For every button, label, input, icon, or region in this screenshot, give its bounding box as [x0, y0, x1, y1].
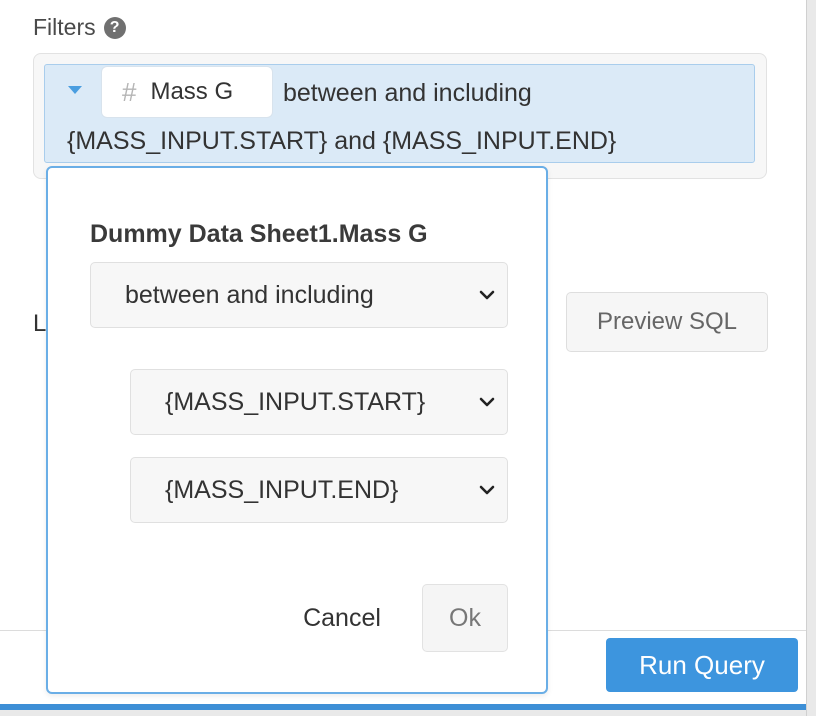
end-value-select[interactable]: {MASS_INPUT.END} [130, 457, 508, 523]
start-value-select[interactable]: {MASS_INPUT.START} [130, 369, 508, 435]
chevron-down-icon [467, 289, 507, 301]
operator-select[interactable]: between and including [90, 262, 508, 328]
filters-heading: Filters ? [33, 14, 126, 41]
background-label: L [33, 310, 47, 337]
caret-down-icon[interactable] [68, 86, 82, 94]
filter-editor-popover: Dummy Data Sheet1.Mass G between and inc… [46, 166, 548, 694]
chevron-down-icon [467, 484, 507, 496]
operator-select-value: between and including [125, 280, 374, 309]
question-circle-icon[interactable]: ? [103, 16, 126, 39]
right-scroll-rail [806, 0, 816, 716]
filter-operator-text: between and including [283, 79, 532, 107]
start-select-value: {MASS_INPUT.START} [165, 387, 426, 416]
filters-label: Filters [33, 14, 96, 40]
ok-button[interactable]: Ok [422, 584, 508, 652]
hash-icon: # [122, 76, 137, 107]
preview-sql-button[interactable]: Preview SQL [566, 292, 768, 352]
run-query-button[interactable]: Run Query [606, 638, 798, 692]
cancel-button[interactable]: Cancel [282, 584, 402, 652]
chevron-down-icon [467, 396, 507, 408]
end-select-value: {MASS_INPUT.END} [165, 475, 399, 504]
field-chip[interactable]: # Mass G [101, 66, 273, 118]
bottom-strip [0, 710, 806, 716]
filter-value-text: {MASS_INPUT.START} and {MASS_INPUT.END} [67, 127, 617, 155]
field-name: Mass G [150, 78, 234, 105]
popover-title: Dummy Data Sheet1.Mass G [90, 220, 428, 248]
